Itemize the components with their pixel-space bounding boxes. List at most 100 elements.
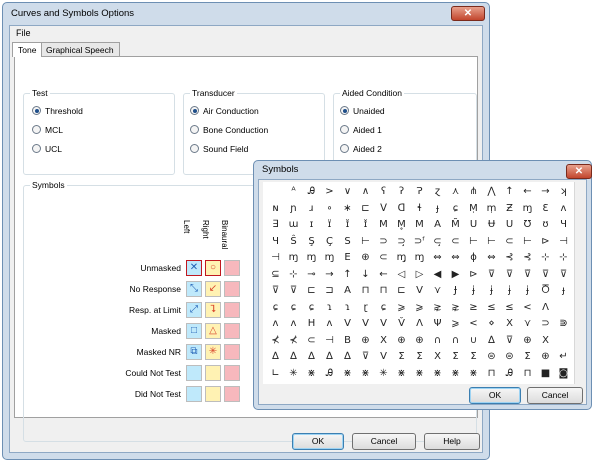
symbol-glyph[interactable]: ⊣: [555, 235, 572, 249]
symbol-glyph[interactable]: ▶: [447, 268, 464, 282]
radio-aided-2[interactable]: Aided 2: [340, 144, 382, 156]
symbol-glyph[interactable]: Ɛ: [537, 202, 554, 216]
symbol-glyph[interactable]: ⊏: [357, 202, 374, 216]
symbol-glyph[interactable]: ⊽: [501, 268, 518, 282]
symbol-glyph[interactable]: ∃: [267, 218, 284, 232]
symbol-glyph[interactable]: ⊏: [393, 284, 410, 298]
symbol-glyph[interactable]: ◀: [429, 268, 446, 282]
symbol-glyph[interactable]: ↑: [339, 268, 356, 282]
symbol-glyph[interactable]: M̃: [447, 218, 464, 232]
symbol-glyph[interactable]: >: [321, 185, 338, 199]
symbol-glyph[interactable]: ⊹: [555, 251, 572, 265]
symbol-glyph[interactable]: V: [357, 317, 374, 331]
symbol-glyph[interactable]: ⊜: [483, 350, 500, 364]
symbol-glyph[interactable]: ɟ: [429, 202, 446, 216]
radio-threshold[interactable]: Threshold: [32, 106, 83, 118]
symbol-glyph[interactable]: M: [375, 218, 392, 232]
symbol-glyph[interactable]: ⊽: [501, 334, 518, 348]
symbol-glyph[interactable]: Ʌ: [411, 317, 428, 331]
symbol-glyph[interactable]: →: [537, 185, 554, 199]
symbol-glyph[interactable]: ⊀: [285, 334, 302, 348]
symbol-glyph[interactable]: Ɂ: [411, 185, 428, 199]
symbol-glyph[interactable]: ⋏: [447, 185, 464, 199]
symbol-glyph[interactable]: ◁: [393, 268, 410, 282]
symbol-glyph[interactable]: Σ: [465, 350, 482, 364]
symbol-glyph[interactable]: Σ: [519, 350, 536, 364]
symbol-glyph[interactable]: M̥: [393, 218, 410, 232]
symbol-glyph[interactable]: ⊃ᶠ: [411, 235, 428, 249]
menu-file[interactable]: File: [16, 28, 31, 38]
symbol-glyph[interactable]: ⊹: [537, 251, 554, 265]
symbol-glyph[interactable]: ◙: [555, 367, 572, 381]
symbol-glyph[interactable]: X: [375, 334, 392, 348]
symbol-glyph[interactable]: Ꭿ: [321, 367, 338, 381]
symbol-glyph[interactable]: ɉ: [501, 284, 518, 298]
symbol-glyph[interactable]: ⇔: [429, 251, 446, 265]
symbol-glyph[interactable]: S: [339, 235, 356, 249]
symbol-glyph[interactable]: ɸ: [465, 251, 482, 265]
symbol-glyph[interactable]: Σ: [447, 350, 464, 364]
symbol-glyph[interactable]: ɀ: [429, 185, 446, 199]
radio-aided-1[interactable]: Aided 1: [340, 125, 382, 137]
symbol-glyph[interactable]: X: [537, 334, 554, 348]
symbol-glyph[interactable]: ↓: [357, 268, 374, 282]
symbol-glyph[interactable]: ⋄: [483, 317, 500, 331]
symbol-glyph[interactable]: <: [465, 317, 482, 331]
symbol-cell-binaural[interactable]: [224, 344, 240, 360]
cancel-button[interactable]: Cancel: [352, 433, 416, 450]
symbol-glyph[interactable]: ↑: [501, 185, 518, 199]
radio-sound-field[interactable]: Sound Field: [190, 144, 248, 156]
symbol-glyph[interactable]: ⋇: [393, 367, 410, 381]
symbol-glyph[interactable]: ≤: [483, 301, 500, 315]
symbol-glyph[interactable]: ⊕: [357, 334, 374, 348]
symbol-glyph[interactable]: ⊓: [519, 367, 536, 381]
symbol-glyph[interactable]: ꓷ: [393, 202, 410, 216]
symbol-cell-right[interactable]: [205, 365, 221, 381]
symbol-glyph[interactable]: ⊕: [537, 350, 554, 364]
symbol-glyph[interactable]: ∘: [321, 202, 338, 216]
symbol-glyph[interactable]: ɪ̆: [339, 218, 356, 232]
symbol-glyph[interactable]: ⊕: [411, 334, 428, 348]
symbol-glyph[interactable]: ɪ̈: [321, 218, 338, 232]
symbol-glyph[interactable]: ⊕: [357, 251, 374, 265]
symbol-glyph[interactable]: ʞ: [555, 185, 572, 199]
symbol-glyph[interactable]: ɉ: [465, 284, 482, 298]
tab-graphical-speech[interactable]: Graphical Speech: [40, 42, 120, 56]
symbol-glyph[interactable]: ⊢: [465, 235, 482, 249]
symbol-glyph[interactable]: A: [339, 284, 356, 298]
radio-ucl[interactable]: UCL: [32, 144, 62, 156]
symbol-glyph[interactable]: ɱ: [321, 251, 338, 265]
symbol-glyph[interactable]: ⋇: [339, 367, 356, 381]
symbol-glyph[interactable]: ⊳: [537, 235, 554, 249]
symbol-cell-left[interactable]: ⧉: [186, 344, 202, 360]
symbol-glyph[interactable]: ɿ: [339, 301, 356, 315]
symbol-glyph[interactable]: ⊹: [285, 268, 302, 282]
symbol-glyph[interactable]: ⊣: [321, 334, 338, 348]
symbol-glyph[interactable]: ɱ: [519, 202, 536, 216]
symbol-glyph[interactable]: ɕ: [447, 202, 464, 216]
symbol-glyph[interactable]: ∆: [285, 350, 302, 364]
symbol-cell-right[interactable]: ○: [205, 260, 221, 276]
symbol-glyph[interactable]: ʌ: [285, 317, 302, 331]
symbol-glyph[interactable]: ɉ: [519, 284, 536, 298]
symbol-glyph[interactable]: V: [411, 284, 428, 298]
symbol-glyph[interactable]: ⋀: [483, 185, 500, 199]
symbol-glyph[interactable]: ≥: [465, 301, 482, 315]
symbol-glyph[interactable]: ⊕: [519, 334, 536, 348]
symbol-glyph[interactable]: ⩾: [447, 317, 464, 331]
radio-mcl[interactable]: MCL: [32, 125, 63, 137]
tab-tone[interactable]: Tone: [12, 42, 43, 57]
symbol-cell-left[interactable]: ⤡: [186, 281, 202, 297]
symbol-glyph[interactable]: ɱ̧: [393, 251, 410, 265]
symbol-glyph[interactable]: V̌: [393, 317, 410, 331]
symbol-glyph[interactable]: ⊂: [303, 334, 320, 348]
symbol-glyph[interactable]: ɱ: [411, 251, 428, 265]
symbol-glyph[interactable]: ᐯ: [375, 202, 392, 216]
symbol-glyph[interactable]: ⊂: [501, 235, 518, 249]
symbol-glyph[interactable]: ɕ: [285, 301, 302, 315]
symbol-glyph[interactable]: ⊜: [501, 350, 518, 364]
symbol-glyph[interactable]: ∆: [267, 350, 284, 364]
symbol-glyph[interactable]: ɕ: [375, 301, 392, 315]
symbol-cell-left[interactable]: [186, 386, 202, 402]
symbols-ok-button[interactable]: OK: [469, 387, 521, 404]
